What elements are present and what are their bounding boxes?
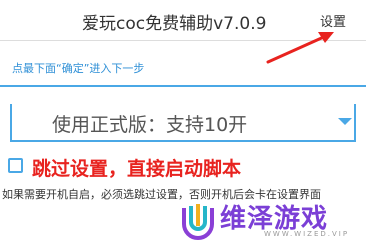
title-bar: 爱玩coc免费辅助v7.0.9 设置 — [0, 0, 366, 40]
skip-settings-label: 跳过设置，直接启动脚本 — [32, 158, 242, 180]
watermark-url: WWW.WIZED.VIP — [264, 230, 350, 238]
title-divider — [0, 40, 366, 41]
mode-select[interactable]: 使用正式版：支持10开 — [10, 104, 356, 142]
skip-settings-checkbox[interactable] — [8, 158, 23, 173]
watermark: 维泽游戏 WWW.WIZED.VIP — [178, 196, 366, 244]
app-screen: 爱玩coc免费辅助v7.0.9 设置 点最下面“确定”进入下一步 使用正式版：支… — [0, 0, 366, 244]
hint-divider — [0, 85, 366, 87]
watermark-text: 维泽游戏 — [220, 204, 329, 234]
mode-select-value: 使用正式版：支持10开 — [52, 114, 248, 136]
settings-button[interactable]: 设置 — [320, 11, 346, 30]
watermark-logo-icon — [182, 204, 214, 240]
dropdown-caret-icon — [338, 118, 352, 125]
hint-text: 点最下面“确定”进入下一步 — [12, 62, 145, 75]
autostart-note: 如果需要开机自启，必须选跳过设置，否则开机后会卡在设置界面 — [2, 188, 321, 201]
app-title: 爱玩coc免费辅助v7.0.9 — [82, 14, 267, 34]
